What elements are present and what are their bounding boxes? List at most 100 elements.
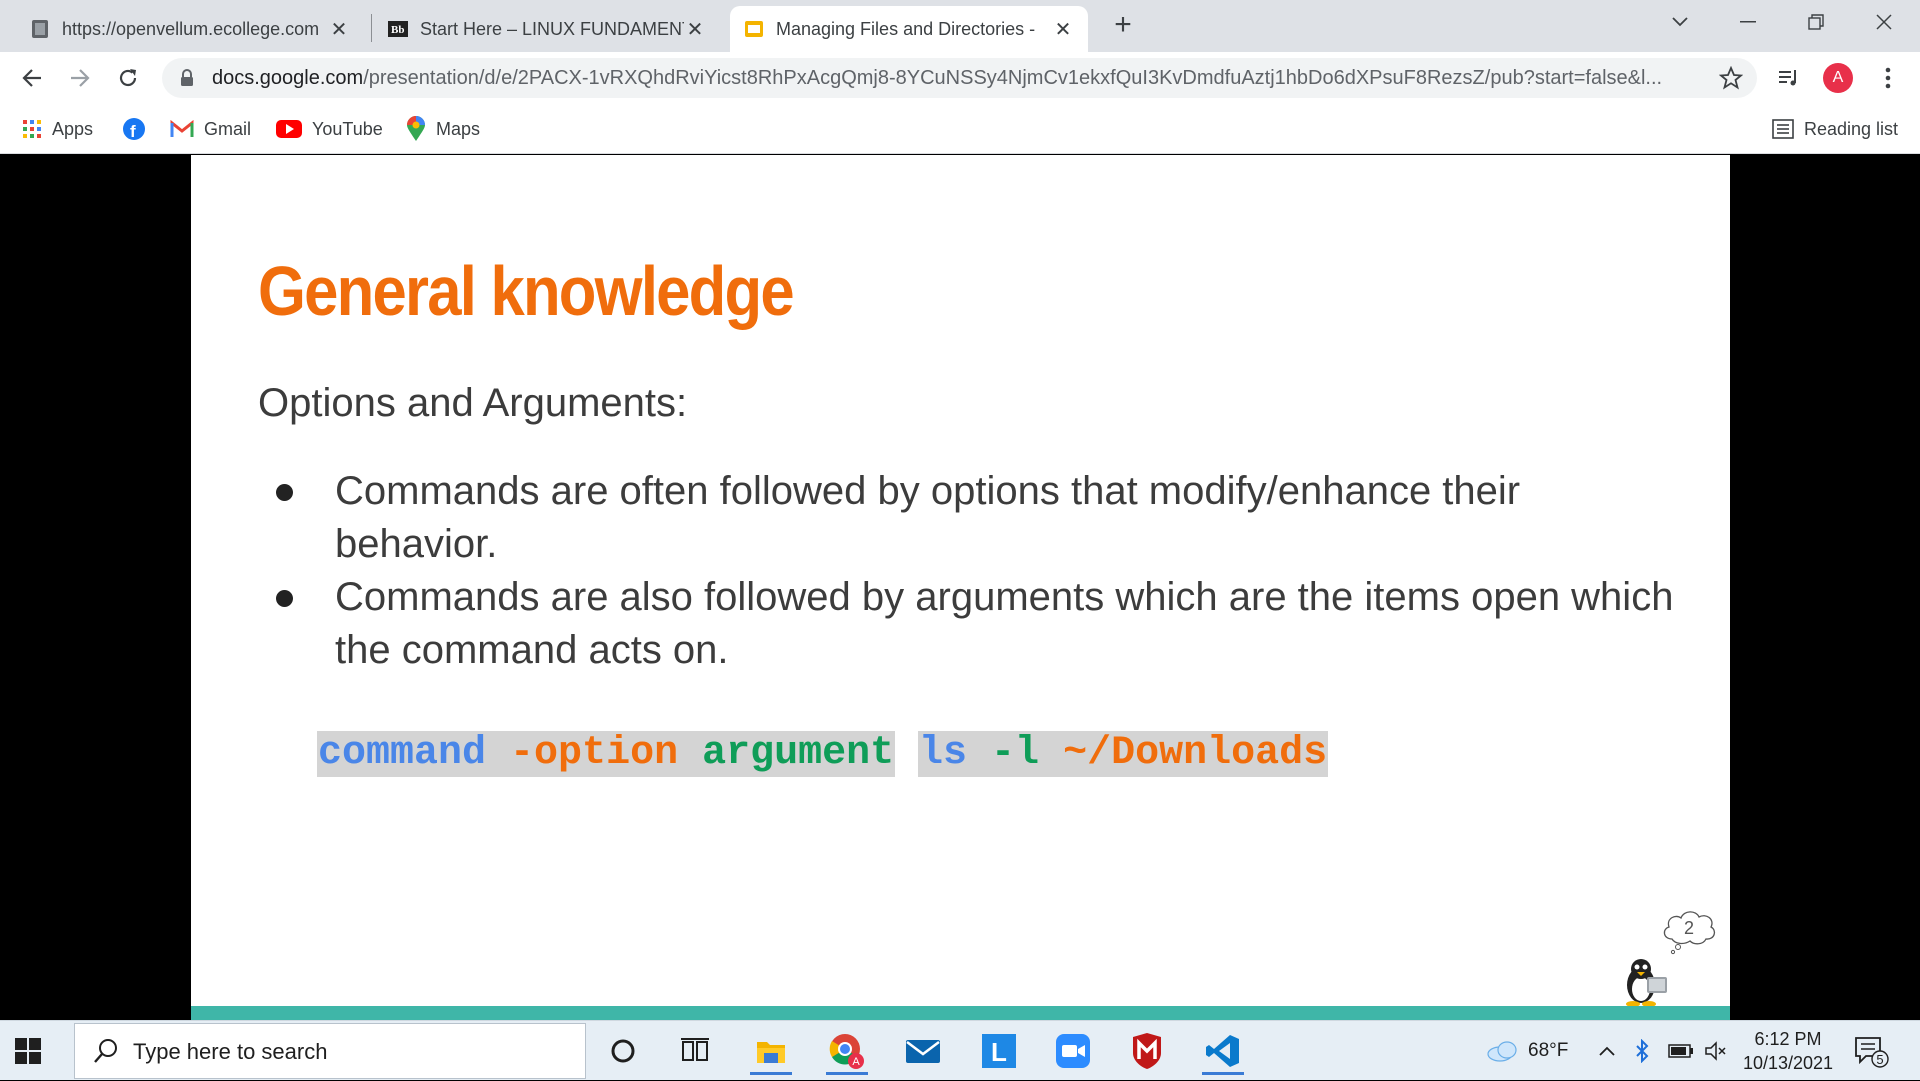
battery-icon[interactable] [1668,1021,1694,1081]
bluetooth-icon[interactable] [1634,1021,1650,1081]
notification-center-icon[interactable]: 5 [1852,1035,1892,1069]
forward-button[interactable] [62,60,98,96]
avatar: A [1823,63,1853,93]
svg-text:Bb: Bb [391,24,404,36]
bullet-text: Commands are often followed by options t… [335,469,1521,566]
page-number-bubble: 2 [1660,905,1718,955]
bookmark-star-icon[interactable] [1718,65,1744,95]
slide-title: General knowledge [258,252,795,330]
restore-button[interactable] [1786,0,1846,44]
task-view-icon[interactable] [670,1027,720,1075]
bookmark-label: Maps [436,118,481,139]
bullet-dot [276,590,293,607]
slide-viewer: General knowledge Options and Arguments:… [0,155,1920,1020]
reading-list-button[interactable]: Reading list [1772,116,1898,142]
tab-title: Start Here – LINUX FUNDAMENTALS [420,18,684,39]
slide-subtitle: Options and Arguments: [258,381,688,425]
weather-widget[interactable]: 68°F [1486,1021,1568,1081]
bookmark-apps[interactable]: Apps [22,116,93,142]
bookmark-youtube[interactable]: YouTube [276,116,383,142]
taskbar-search-box[interactable]: Type here to search [74,1023,586,1079]
l-app-icon[interactable]: L [974,1027,1024,1075]
cortana-icon[interactable] [598,1027,648,1075]
cloud-icon [1486,1040,1520,1062]
reload-button[interactable] [110,60,146,96]
address-bar[interactable]: docs.google.com/presentation/d/e/2PACX-1… [162,58,1757,98]
back-button[interactable] [14,60,50,96]
reading-list-icon [1772,119,1794,139]
bullet-dot [276,484,293,501]
maps-icon [406,116,426,142]
search-icon [93,1038,119,1069]
tux-penguin-icon [1621,955,1669,1007]
mcafee-icon[interactable] [1122,1027,1172,1075]
search-placeholder: Type here to search [133,1039,328,1064]
tab-title: Managing Files and Directories - [776,18,1036,39]
bullet-list: Commands are often followed by options t… [258,465,1678,677]
svg-text:f: f [130,122,136,141]
media-control-icon[interactable] [1773,62,1805,94]
clock-date: 10/13/2021 [1742,1053,1834,1073]
menu-kebab-icon[interactable] [1872,62,1904,94]
gmail-icon [170,120,194,138]
close-icon[interactable]: ✕ [328,18,350,41]
close-window-button[interactable] [1854,0,1914,44]
bookmark-maps[interactable]: Maps [406,116,480,142]
page-number: 2 [1684,918,1694,938]
facebook-icon: f [122,117,146,141]
bookmark-label: Apps [52,118,94,139]
clock[interactable]: 6:12 PM 10/13/2021 [1728,1027,1848,1075]
windows-start-icon[interactable] [14,1037,44,1067]
apps-grid-icon [22,119,42,139]
code-option: -l [991,731,1040,776]
code-template: command -option argument [317,731,896,777]
vscode-icon[interactable] [1198,1027,1248,1075]
bookmark-gmail[interactable]: Gmail [170,116,251,142]
url-domain: docs.google.com [212,67,364,89]
slide-accent-bar [191,1006,1730,1020]
chrome-icon[interactable]: A [822,1027,872,1075]
close-icon[interactable]: ✕ [1052,18,1074,41]
profile-avatar[interactable]: A [1822,62,1854,94]
minimize-button[interactable] [1718,0,1778,44]
mail-icon[interactable] [898,1027,948,1075]
tab-openvellum[interactable]: https://openvellum.ecollege.com ✕ [16,6,364,52]
bookmark-label: Gmail [204,118,252,139]
zoom-icon[interactable] [1048,1027,1098,1075]
slides-icon [744,19,764,39]
bookmark-facebook[interactable]: f [122,116,156,142]
bullet-item: Commands are also followed by arguments … [258,571,1678,677]
tab-start-here[interactable]: Bb Start Here – LINUX FUNDAMENTALS ✕ [374,6,720,52]
code-command: command [318,731,487,776]
clock-time: 6:12 PM [1754,1029,1822,1049]
reading-list-label: Reading list [1804,118,1899,139]
close-icon[interactable]: ✕ [684,18,706,41]
windows-taskbar: Type here to search A L 68°F 6:12 PM 10/… [0,1020,1920,1080]
show-hidden-icons-chevron-icon[interactable] [1598,1021,1616,1081]
svg-text:L: L [991,1037,1007,1067]
lock-icon[interactable] [180,69,194,92]
new-tab-button[interactable]: + [1108,8,1138,41]
tab-bar: https://openvellum.ecollege.com ✕ Bb Sta… [0,0,1920,52]
weather-temp: 68°F [1528,1040,1569,1061]
youtube-icon [276,120,302,138]
bookmarks-bar: Apps f Gmail YouTube Maps Reading list [0,104,1920,154]
tab-search-icon[interactable] [1650,0,1710,44]
code-command: ls [919,731,968,776]
tab-managing-files[interactable]: Managing Files and Directories - ✕ [730,6,1088,52]
tab-title: https://openvellum.ecollege.com [62,18,320,39]
slide[interactable]: General knowledge Options and Arguments:… [191,155,1730,1020]
browser-toolbar: docs.google.com/presentation/d/e/2PACX-1… [0,52,1920,104]
code-example: ls -l ~/Downloads [918,731,1329,777]
blackboard-icon: Bb [388,19,408,39]
code-option: -option [510,731,679,776]
tab-divider [371,14,372,42]
file-explorer-icon[interactable] [746,1027,796,1075]
code-argument: argument [702,731,895,776]
url-path: /presentation/d/e/2PACX-1vRXQhdRviYicst8… [363,67,1663,89]
page-icon [30,19,50,39]
volume-muted-icon[interactable] [1704,1021,1728,1081]
svg-text:A: A [852,1056,860,1068]
url-text: docs.google.com/presentation/d/e/2PACX-1… [212,67,1682,90]
code-argument: ~/Downloads [1063,731,1328,776]
